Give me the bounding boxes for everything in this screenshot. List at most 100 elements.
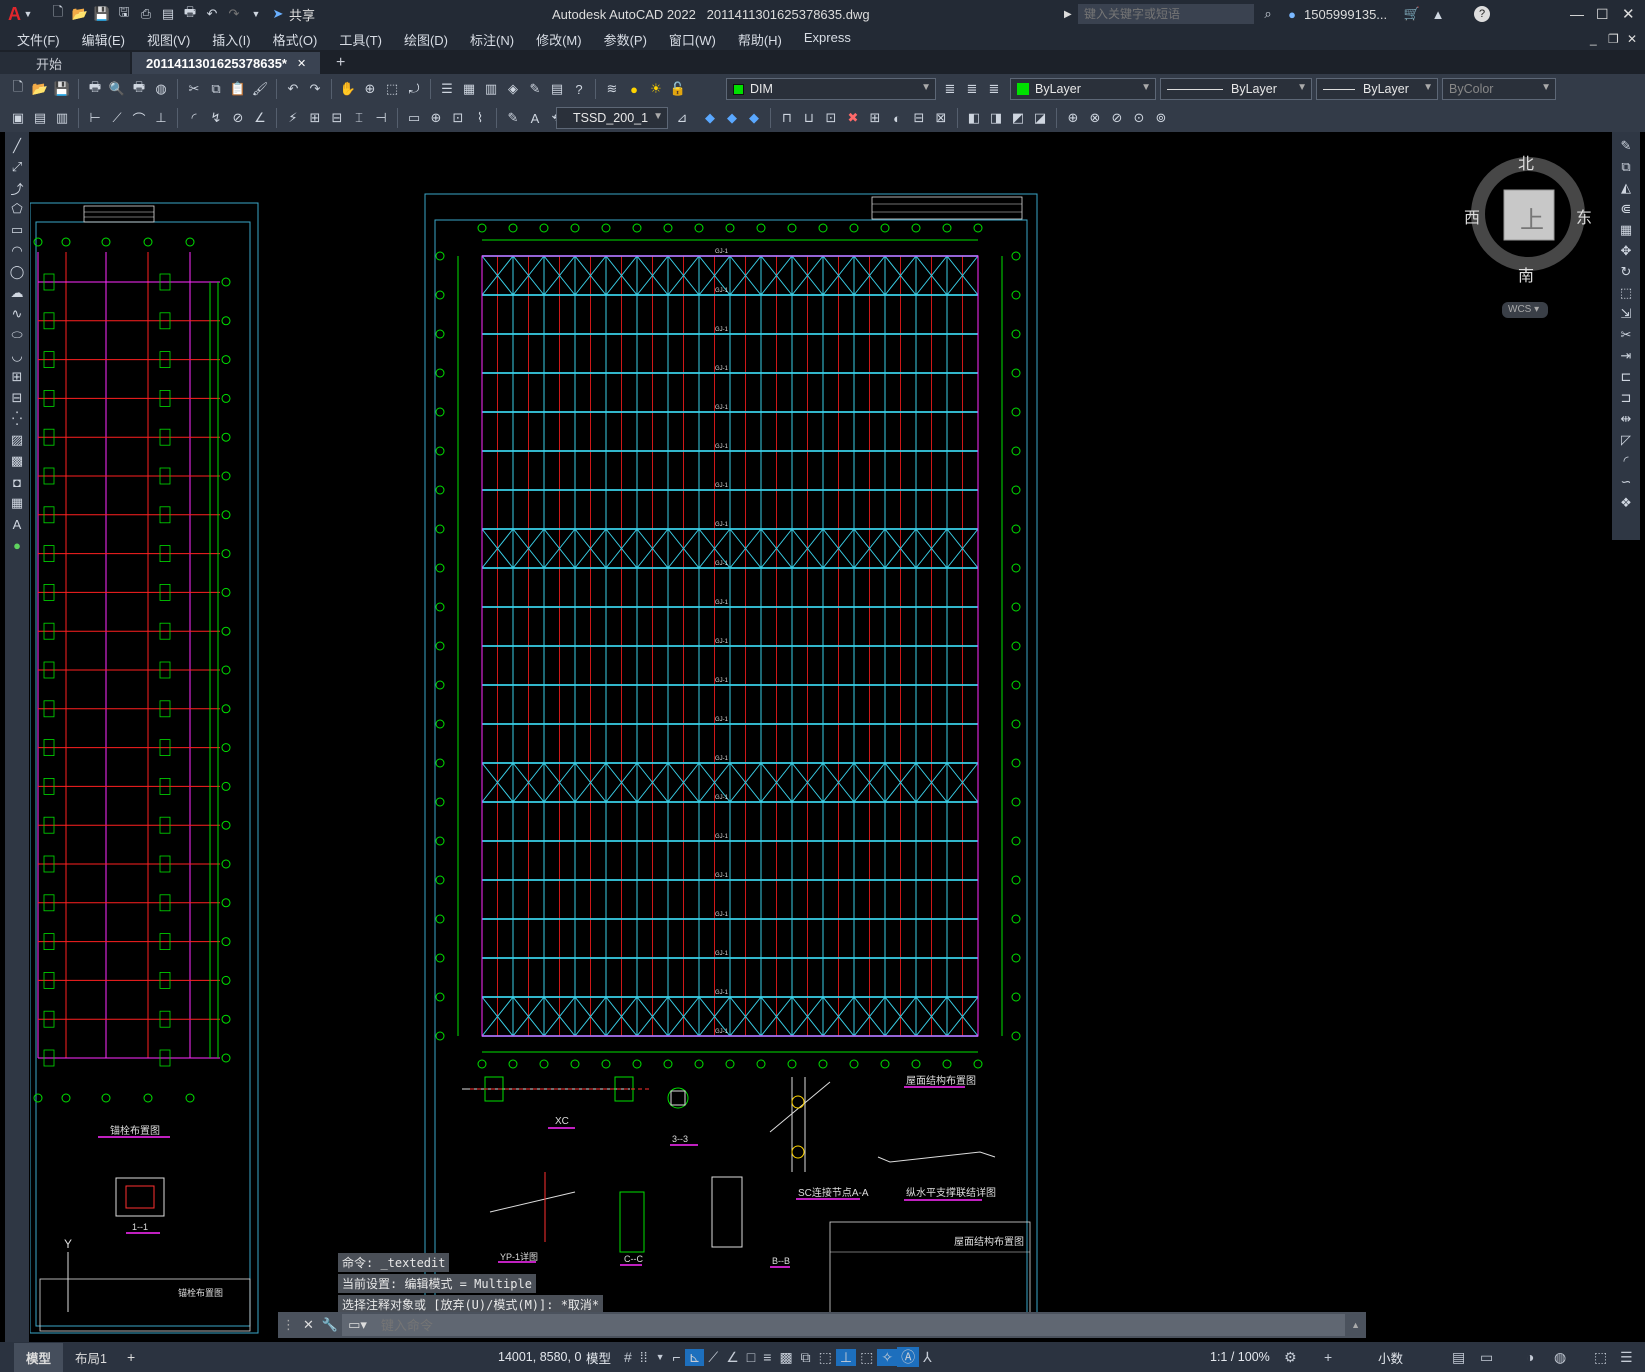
selection-cycling-icon[interactable]: ⧉: [797, 1349, 815, 1366]
cmd-scroll-icon[interactable]: ▲: [1345, 1320, 1366, 1330]
user-name[interactable]: 1505999135...: [1304, 7, 1387, 22]
tolerance-icon[interactable]: ▭: [404, 108, 424, 128]
diameter-dim-icon[interactable]: ⊘: [228, 108, 248, 128]
dynamic-ucs-icon[interactable]: ⊥: [835, 1348, 857, 1366]
customize-icon[interactable]: ▼: [245, 3, 267, 25]
radius-dim-icon[interactable]: ◜: [184, 108, 204, 128]
linetype-select[interactable]: ByLayer ▼: [1160, 78, 1312, 100]
move-icon[interactable]: ✥: [1616, 241, 1636, 261]
jogged-dim-icon[interactable]: ↯: [206, 108, 226, 128]
menu-item[interactable]: 插入(I): [201, 30, 261, 49]
join-icon[interactable]: ⇹: [1616, 409, 1636, 429]
tssd-icon-6[interactable]: ⊡: [821, 108, 841, 128]
dim-break-icon[interactable]: ⊣: [371, 108, 391, 128]
model-space-button[interactable]: 模型: [580, 1348, 617, 1367]
draw-order-icon[interactable]: ▣: [8, 108, 28, 128]
spline-icon[interactable]: ∿: [7, 304, 27, 324]
bring-front-icon[interactable]: ▤: [30, 108, 50, 128]
array-icon[interactable]: ▦: [1616, 220, 1636, 240]
autocad-logo[interactable]: A: [0, 4, 23, 25]
rotate-icon[interactable]: ↻: [1616, 262, 1636, 282]
search-icon[interactable]: ⌕: [1258, 4, 1278, 24]
viewcube-north[interactable]: 北: [1518, 150, 1534, 174]
redo-tb-icon[interactable]: ↷: [305, 79, 325, 99]
erase-icon[interactable]: ✎: [1616, 136, 1636, 156]
zoom-previous-icon[interactable]: ⤾: [404, 79, 424, 99]
cut-icon[interactable]: ✂: [184, 79, 204, 99]
blend-icon[interactable]: ∽: [1616, 472, 1636, 492]
continue-dim-icon[interactable]: ⊟: [327, 108, 347, 128]
explode-icon[interactable]: ❖: [1616, 493, 1636, 513]
menu-item[interactable]: 窗口(W): [658, 30, 727, 49]
lineweight-toggle-icon[interactable]: ≡: [759, 1349, 775, 1365]
layer-state-icon[interactable]: ≣: [984, 79, 1004, 99]
layout-tab-layout1[interactable]: 布局1: [63, 1343, 119, 1372]
color-select[interactable]: ByLayer ▼: [1010, 78, 1156, 100]
coordinates-readout[interactable]: 14001, 8580, 0: [492, 1350, 587, 1364]
copy-obj-icon[interactable]: ⧉: [1616, 157, 1636, 177]
layer-bulb-icon[interactable]: ●: [624, 79, 644, 99]
annotation-visibility-icon[interactable]: Ⓐ: [897, 1347, 920, 1367]
menu-item[interactable]: 帮助(H): [727, 30, 793, 49]
qopen-icon[interactable]: 📂: [30, 79, 50, 99]
tssd-icon-13[interactable]: ◨: [986, 108, 1006, 128]
tssd-icon-4[interactable]: ⊓: [777, 108, 797, 128]
isolate-objects-icon[interactable]: ◑: [1522, 1349, 1538, 1365]
region-icon[interactable]: ◘: [7, 472, 27, 492]
menu-item[interactable]: 工具(T): [328, 30, 393, 49]
recent-commands-icon[interactable]: ▭▾: [342, 1314, 373, 1336]
offset-icon[interactable]: ⋐: [1616, 199, 1636, 219]
3d-osnap-icon[interactable]: ⬚: [815, 1349, 836, 1366]
share-icon[interactable]: ➤: [267, 3, 289, 25]
qprint-icon[interactable]: 🖶: [85, 79, 105, 99]
maximize-icon[interactable]: ☐: [1596, 6, 1609, 23]
extend-icon[interactable]: ⇥: [1616, 346, 1636, 366]
rectangle-icon[interactable]: ▭: [7, 220, 27, 240]
point-icon[interactable]: ⁛: [7, 409, 27, 429]
tab-drawing[interactable]: 2011411301625378635* ✕: [132, 52, 320, 74]
baseline-dim-icon[interactable]: ⊞: [305, 108, 325, 128]
plotstyle-select[interactable]: ByColor ▼: [1442, 78, 1556, 100]
jog-line-icon[interactable]: ⌇: [470, 108, 490, 128]
print-icon[interactable]: 🖶: [179, 3, 201, 25]
tssd-icon-7[interactable]: ✖: [843, 108, 863, 128]
publish-icon[interactable]: ⎙: [135, 3, 157, 25]
circle-icon[interactable]: ◯: [7, 262, 27, 282]
lineweight-select[interactable]: ByLayer ▼: [1316, 78, 1438, 100]
viewcube[interactable]: 北 南 西 东 上: [1464, 150, 1592, 285]
graphics-performance-icon[interactable]: ◍: [1550, 1349, 1570, 1366]
tssd-icon-19[interactable]: ⊙: [1129, 108, 1149, 128]
undo-tb-icon[interactable]: ↶: [283, 79, 303, 99]
matchprop-icon[interactable]: 🖌: [250, 79, 270, 99]
drag-handle-icon[interactable]: ⋮: [278, 1317, 299, 1333]
close-cmd-icon[interactable]: ✕: [299, 1317, 318, 1333]
publish-3d-icon[interactable]: ◍: [151, 79, 171, 99]
tssd-icon-11[interactable]: ⊠: [931, 108, 951, 128]
doc-close-icon[interactable]: ✕: [1627, 32, 1637, 46]
help-tb-icon[interactable]: ?: [569, 79, 589, 99]
arc-length-icon[interactable]: ⌒: [129, 108, 149, 128]
doc-minimize-icon[interactable]: _: [1590, 32, 1597, 46]
qsave-icon[interactable]: 💾: [52, 79, 72, 99]
tssd-icon-8[interactable]: ⊞: [865, 108, 885, 128]
preview-icon[interactable]: 🔍: [107, 79, 127, 99]
saveas-icon[interactable]: 🖫: [113, 3, 135, 25]
aligned-dim-icon[interactable]: ⟋: [107, 108, 127, 128]
workspace-gear-icon[interactable]: ⚙: [1280, 1349, 1301, 1366]
grid-icon[interactable]: #: [620, 1349, 636, 1365]
tssd-icon-20[interactable]: ⊚: [1151, 108, 1171, 128]
viewcube-west[interactable]: 西: [1464, 204, 1480, 228]
layer-manager-icon[interactable]: ≋: [602, 79, 622, 99]
polyline-icon[interactable]: ⤴: [7, 178, 27, 198]
doc-restore-icon[interactable]: ❐: [1608, 32, 1619, 46]
tssd-icon-5[interactable]: ⊔: [799, 108, 819, 128]
lock-ui-icon[interactable]: ▭: [1476, 1349, 1497, 1366]
layer-sun-icon[interactable]: ☀: [646, 79, 666, 99]
zoom-window-icon[interactable]: ⬚: [382, 79, 402, 99]
break-point-icon[interactable]: ⊏: [1616, 367, 1636, 387]
open-icon[interactable]: 📂: [69, 3, 91, 25]
autoscale-icon[interactable]: ⅄: [919, 1349, 936, 1366]
tssd-icon-17[interactable]: ⊗: [1085, 108, 1105, 128]
revcloud-icon[interactable]: ☁: [7, 283, 27, 303]
search-input[interactable]: [1078, 4, 1254, 24]
